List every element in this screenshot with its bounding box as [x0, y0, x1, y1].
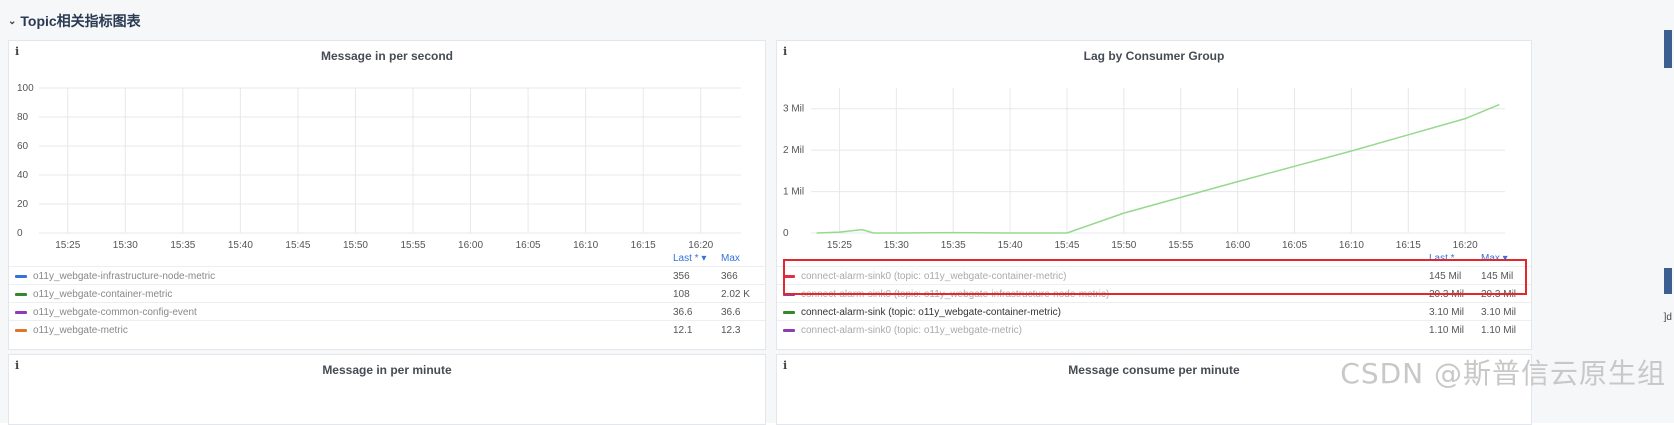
y-tick-label: 80 — [17, 112, 29, 123]
legend-series-name[interactable]: connect-alarm-sink0 (topic: o11y_webgate… — [801, 325, 1022, 336]
y-tick-label: 2 Mil — [783, 145, 804, 156]
chart-message-in-per-second: 15:25 15:30 15:35 15:40 15:45 15:50 15:55 16:00… — [17, 83, 741, 251]
y-tick-label: 1 Mil — [783, 187, 804, 198]
legend-row[interactable]: o11y_webgate-infrastructure-node-metric 3… — [9, 266, 765, 285]
y-tick-label: 100 — [17, 83, 34, 94]
legend-row[interactable]: connect-alarm-sink0 (topic: o11y_webgate… — [777, 320, 1531, 339]
scrollbar-thumb-lower[interactable] — [1664, 268, 1672, 294]
x-tick-label: 16:00 — [458, 240, 483, 251]
legend-last-value: 12.1 — [673, 324, 693, 336]
y-tick-label: 40 — [17, 170, 29, 181]
legend-last-value: 1.10 Mil — [1429, 324, 1465, 336]
legend-series-name[interactable]: o11y_webgate-infrastructure-node-metric — [33, 271, 215, 282]
legend-swatch — [15, 274, 27, 278]
legend-row[interactable]: o11y_webgate-container-metric 108 2.02 K — [9, 284, 765, 303]
panel-title[interactable]: Message in per minute — [9, 363, 765, 377]
legend-series-name[interactable]: connect-alarm-sink (topic: o11y_webgate-… — [801, 307, 1061, 318]
x-tick-label: 16:10 — [1339, 240, 1364, 251]
x-tick-label: 15:55 — [401, 240, 426, 251]
scrollbar-thumb[interactable] — [1664, 30, 1672, 68]
legend-row[interactable]: o11y_webgate-metric 12.1 12.3 — [9, 320, 765, 339]
x-tick-label: 15:40 — [228, 240, 253, 251]
legend-swatch — [783, 328, 795, 332]
x-tick-label: 16:15 — [1396, 240, 1421, 251]
y-tick-label: 20 — [17, 199, 29, 210]
x-tick-label: 15:30 — [884, 240, 909, 251]
legend-swatch — [15, 292, 27, 296]
x-tick-label: 16:10 — [573, 240, 598, 251]
highlight-box — [783, 259, 1527, 295]
x-tick-label: 16:05 — [1282, 240, 1307, 251]
y-tick-label: 60 — [17, 141, 29, 152]
legend-row[interactable]: connect-alarm-sink (topic: o11y_webgate-… — [777, 302, 1531, 321]
legend-last-value: 3.10 Mil — [1429, 306, 1465, 318]
legend-table: o11y_webgate-infrastructure-node-metric 3… — [9, 266, 765, 346]
legend-series-name[interactable]: o11y_webgate-common-config-event — [33, 307, 197, 318]
legend-swatch — [15, 328, 27, 332]
x-tick-label: 15:45 — [285, 240, 310, 251]
row-title: Topic相关指标图表 — [20, 13, 141, 29]
x-tick-label: 15:30 — [113, 240, 138, 251]
panel-message-in-per-minute[interactable]: i Message in per minute — [8, 354, 766, 425]
x-tick-label: 16:20 — [688, 240, 713, 251]
legend-series-name[interactable]: o11y_webgate-container-metric — [33, 289, 172, 300]
x-tick-label: 15:50 — [343, 240, 368, 251]
y-tick-label: 3 Mil — [783, 104, 804, 115]
x-tick-label: 16:15 — [631, 240, 656, 251]
x-tick-label: 15:45 — [1054, 240, 1079, 251]
legend-swatch — [783, 310, 795, 314]
x-tick-label: 15:40 — [998, 240, 1023, 251]
panel-lag-by-consumer-group[interactable]: i Lag by Consumer Group 15:25 15:30 15:35 1… — [776, 40, 1532, 350]
legend-last-value: 36.6 — [673, 306, 693, 318]
x-tick-label: 16:05 — [516, 240, 541, 251]
legend-max-value: 12.3 — [721, 324, 741, 336]
x-tick-label: 15:35 — [941, 240, 966, 251]
legend-last-value: 108 — [673, 288, 690, 300]
legend-max-value: 2.02 K — [721, 288, 750, 300]
x-tick-label: 15:25 — [827, 240, 852, 251]
legend-max-value: 36.6 — [721, 306, 741, 318]
legend-max-value: 1.10 Mil — [1481, 324, 1517, 336]
y-tick-label: 0 — [17, 228, 23, 239]
legend-swatch — [15, 310, 27, 314]
panel-message-in-per-second[interactable]: i Message in per second 15:25 15:30 15:35 1… — [8, 40, 766, 350]
legend-col-max[interactable]: Max — [721, 253, 740, 264]
x-tick-label: 16:20 — [1453, 240, 1478, 251]
x-tick-label: 15:25 — [55, 240, 80, 251]
x-tick-label: 15:55 — [1168, 240, 1193, 251]
legend-col-last[interactable]: Last * ▾ — [673, 253, 706, 264]
watermark: CSDN @斯普信云原生组 — [1340, 357, 1666, 390]
chevron-down-icon[interactable]: ⌄ — [8, 16, 16, 27]
series-line — [816, 103, 1500, 234]
x-tick-label: 15:35 — [170, 240, 195, 251]
legend-max-value: 366 — [721, 270, 738, 282]
x-tick-label: 16:00 — [1225, 240, 1250, 251]
side-text: ]d — [1663, 312, 1672, 323]
legend-series-name[interactable]: o11y_webgate-metric — [33, 325, 128, 336]
legend-row[interactable]: o11y_webgate-common-config-event 36.6 36.6 — [9, 302, 765, 321]
y-tick-label: 0 — [783, 228, 789, 239]
legend-last-value: 356 — [673, 270, 690, 282]
x-tick-label: 15:50 — [1111, 240, 1136, 251]
row-header[interactable]: ⌄ Topic相关指标图表 — [8, 10, 141, 32]
legend-max-value: 3.10 Mil — [1481, 306, 1517, 318]
chart-lag-by-consumer-group: 15:25 15:30 15:35 15:40 15:45 15:50 15:55 16:00… — [783, 88, 1505, 251]
